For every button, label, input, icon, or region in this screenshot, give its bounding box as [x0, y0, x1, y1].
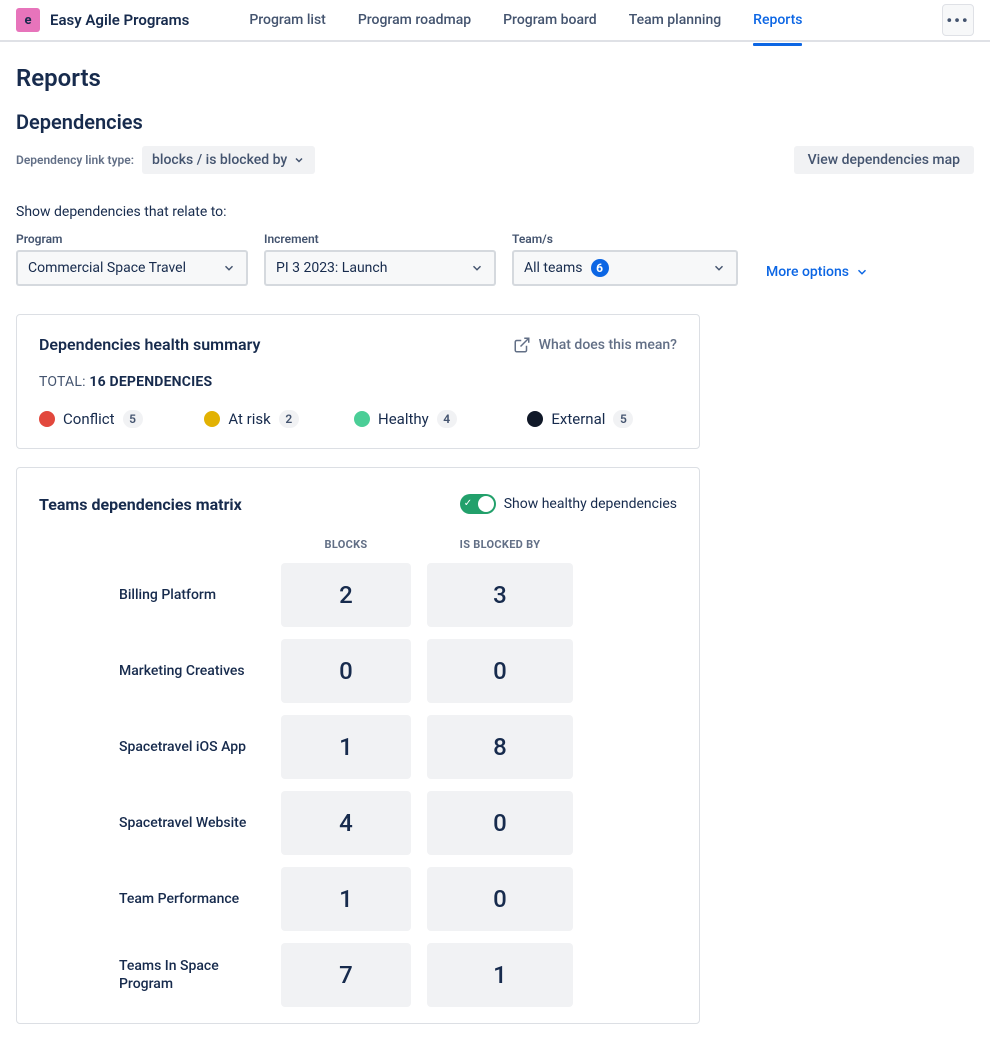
more-options-label: More options: [766, 264, 849, 280]
check-icon: ✓: [464, 496, 472, 512]
section-title: Dependencies: [16, 110, 974, 134]
app-header: e Easy Agile Programs Program list Progr…: [0, 0, 990, 42]
page-title: Reports: [16, 64, 974, 92]
status-dot-conflict: [39, 411, 55, 427]
row-label: Billing Platform: [39, 586, 265, 604]
matrix-cell-blocked-by[interactable]: 1: [427, 943, 573, 1007]
row-label: Team Performance: [39, 890, 265, 908]
status-label: Healthy: [378, 410, 429, 428]
matrix-cell-blocked-by[interactable]: 0: [427, 867, 573, 931]
status-external: External 5: [519, 410, 677, 428]
filter-teams-select[interactable]: All teams 6: [512, 250, 738, 286]
app-name: Easy Agile Programs: [50, 11, 189, 29]
tab-team-planning[interactable]: Team planning: [629, 4, 721, 36]
filter-intro-label: Show dependencies that relate to:: [16, 204, 974, 220]
row-label: Marketing Creatives: [39, 662, 265, 680]
status-label: At risk: [228, 410, 270, 428]
matrix-cell-blocked-by[interactable]: 8: [427, 715, 573, 779]
status-label: External: [551, 410, 605, 428]
total-value: 16 DEPENDENCIES: [89, 374, 212, 390]
matrix-cell-blocks[interactable]: 4: [281, 791, 411, 855]
total-prefix: TOTAL:: [39, 374, 86, 390]
row-label: Spacetravel iOS App: [39, 738, 265, 756]
external-link-icon: [513, 336, 531, 354]
matrix-cell-blocks[interactable]: 0: [281, 639, 411, 703]
status-conflict: Conflict 5: [39, 410, 204, 428]
row-label: Spacetravel Website: [39, 814, 265, 832]
matrix-title: Teams dependencies matrix: [39, 495, 242, 514]
filter-increment-select[interactable]: PI 3 2023: Launch: [264, 250, 496, 286]
filter-teams-count-badge: 6: [591, 259, 609, 277]
filter-row: Program Commercial Space Travel Incremen…: [16, 232, 974, 286]
filter-program-select[interactable]: Commercial Space Travel: [16, 250, 248, 286]
show-healthy-toggle-wrap: ✓ Show healthy dependencies: [460, 494, 677, 514]
filter-teams-value: All teams: [524, 260, 583, 276]
status-count-badge: 2: [279, 410, 299, 428]
show-healthy-toggle[interactable]: ✓: [460, 494, 496, 514]
matrix-card: Teams dependencies matrix ✓ Show healthy…: [16, 467, 700, 1024]
matrix-cell-blocked-by[interactable]: 0: [427, 791, 573, 855]
health-summary-card: Dependencies health summary What does th…: [16, 314, 700, 449]
app-logo: e: [16, 8, 40, 32]
filter-teams-label: Team/s: [512, 232, 738, 246]
col-header-blocks: BLOCKS: [281, 538, 411, 551]
chevron-down-icon: [222, 261, 236, 275]
status-count-badge: 5: [613, 410, 633, 428]
matrix-cell-blocked-by[interactable]: 0: [427, 639, 573, 703]
help-link-label: What does this mean?: [539, 337, 677, 353]
status-at-risk: At risk 2: [204, 410, 354, 428]
tab-reports[interactable]: Reports: [753, 4, 802, 36]
link-type-label: Dependency link type:: [16, 153, 134, 167]
total-line: TOTAL: 16 DEPENDENCIES: [39, 374, 677, 390]
chevron-down-icon: [855, 265, 869, 279]
row-label: Teams In Space Program: [39, 957, 265, 993]
tab-program-list[interactable]: Program list: [249, 4, 326, 36]
health-summary-title: Dependencies health summary: [39, 335, 260, 354]
filter-increment-label: Increment: [264, 232, 496, 246]
view-dependencies-map-button[interactable]: View dependencies map: [794, 146, 974, 174]
link-type-row: Dependency link type: blocks / is blocke…: [16, 146, 974, 174]
filter-program-value: Commercial Space Travel: [28, 260, 186, 276]
more-icon: •••: [946, 11, 969, 30]
status-count-badge: 4: [437, 410, 457, 428]
matrix-grid: BLOCKS IS BLOCKED BY Billing Platform 2 …: [39, 538, 677, 1007]
chevron-down-icon: [293, 154, 305, 166]
tab-program-board[interactable]: Program board: [503, 4, 597, 36]
col-header-blocked-by: IS BLOCKED BY: [427, 538, 573, 551]
filter-increment-value: PI 3 2023: Launch: [276, 260, 387, 276]
nav-tabs: Program list Program roadmap Program boa…: [249, 4, 942, 36]
tab-program-roadmap[interactable]: Program roadmap: [358, 4, 471, 36]
more-options-button[interactable]: More options: [766, 264, 869, 280]
status-count-badge: 5: [123, 410, 143, 428]
filter-program-label: Program: [16, 232, 248, 246]
matrix-cell-blocks[interactable]: 7: [281, 943, 411, 1007]
matrix-cell-blocked-by[interactable]: 3: [427, 563, 573, 627]
matrix-cell-blocks[interactable]: 2: [281, 563, 411, 627]
link-type-value: blocks / is blocked by: [152, 152, 287, 168]
status-row: Conflict 5 At risk 2 Healthy 4 External …: [39, 410, 677, 428]
status-dot-external: [527, 411, 543, 427]
matrix-cell-blocks[interactable]: 1: [281, 715, 411, 779]
more-menu-button[interactable]: •••: [942, 4, 974, 36]
chevron-down-icon: [470, 261, 484, 275]
status-dot-healthy: [354, 411, 370, 427]
help-link[interactable]: What does this mean?: [513, 336, 677, 354]
chevron-down-icon: [712, 261, 726, 275]
link-type-select[interactable]: blocks / is blocked by: [142, 146, 315, 174]
matrix-cell-blocks[interactable]: 1: [281, 867, 411, 931]
status-healthy: Healthy 4: [354, 410, 519, 428]
toggle-label: Show healthy dependencies: [504, 496, 677, 512]
status-label: Conflict: [63, 410, 115, 428]
status-dot-at-risk: [204, 411, 220, 427]
